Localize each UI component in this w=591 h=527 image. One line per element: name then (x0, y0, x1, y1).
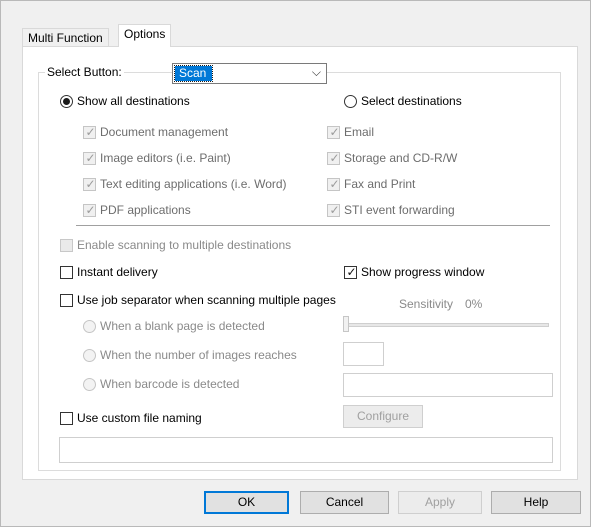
select-destinations-label: Select destinations (361, 94, 462, 108)
destination-checkbox-text-editing[interactable]: ✓ (83, 177, 96, 191)
instant-delivery-label: Instant delivery (77, 265, 158, 279)
configure-button[interactable]: Configure (343, 405, 423, 428)
sensitivity-slider-thumb[interactable] (343, 316, 349, 332)
select-button-label: Select Button: (45, 65, 124, 79)
custom-naming-label: Use custom file naming (77, 411, 202, 425)
instant-delivery-checkbox[interactable] (60, 266, 73, 279)
select-button-dropdown[interactable]: Scan ⌵ (172, 63, 327, 84)
destination-checkbox-sti-event[interactable]: ✓ (327, 203, 340, 217)
show-all-destinations-radio[interactable] (60, 95, 73, 108)
destination-label: STI event forwarding (344, 203, 455, 217)
tab-label: Options (124, 27, 166, 41)
sensitivity-value: 0% (465, 297, 483, 311)
help-button[interactable]: Help (491, 491, 581, 514)
configure-label: Configure (356, 409, 410, 423)
barcode-radio[interactable] (83, 378, 96, 391)
destination-checkbox-email[interactable]: ✓ (327, 125, 340, 139)
options-dialog: Multi Function Options Select Button: Sc… (0, 0, 591, 527)
custom-naming-checkbox[interactable] (60, 412, 73, 425)
show-all-destinations-label: Show all destinations (77, 94, 190, 108)
show-progress-label: Show progress window (361, 265, 485, 279)
ok-button[interactable]: OK (204, 491, 289, 514)
tab-label: Multi Function (28, 31, 103, 45)
destination-label: Email (344, 125, 375, 139)
help-label: Help (523, 495, 549, 509)
tab-options[interactable]: Options (118, 24, 172, 47)
apply-label: Apply (424, 495, 456, 509)
blank-page-label: When a blank page is detected (100, 319, 265, 333)
job-separator-label: Use job separator when scanning multiple… (77, 293, 336, 307)
cancel-button[interactable]: Cancel (300, 491, 389, 514)
num-images-radio[interactable] (83, 349, 96, 362)
destination-label: Text editing applications (i.e. Word) (100, 177, 287, 191)
num-images-label: When the number of images reaches (100, 348, 297, 362)
destination-checkbox-pdf-applications[interactable]: ✓ (83, 203, 96, 217)
chevron-down-icon: ⌵ (311, 65, 321, 79)
show-progress-checkbox[interactable]: ✓ (344, 265, 357, 279)
file-naming-preview (59, 437, 553, 463)
destination-checkbox-storage[interactable]: ✓ (327, 151, 340, 165)
destination-label: Storage and CD-R/W (344, 151, 458, 165)
ok-label: OK (237, 495, 256, 509)
destination-label: PDF applications (100, 203, 191, 217)
apply-button[interactable]: Apply (398, 491, 482, 514)
destination-label: Fax and Print (344, 177, 416, 191)
barcode-label: When barcode is detected (100, 377, 240, 391)
multi-destination-checkbox[interactable] (60, 239, 73, 252)
select-button-value: Scan (173, 65, 214, 82)
destination-checkbox-image-editors[interactable]: ✓ (83, 151, 96, 165)
sensitivity-label: Sensitivity (399, 297, 454, 311)
multi-destination-label: Enable scanning to multiple destinations (77, 238, 292, 252)
tab-multi-function[interactable]: Multi Function (22, 28, 109, 48)
cancel-label: Cancel (325, 495, 364, 509)
select-destinations-radio[interactable] (344, 95, 357, 108)
blank-page-radio[interactable] (83, 320, 96, 333)
destination-checkbox-document-management[interactable]: ✓ (83, 125, 96, 139)
destination-label: Image editors (i.e. Paint) (100, 151, 231, 165)
destination-label: Document management (100, 125, 229, 139)
num-images-input[interactable] (343, 342, 384, 366)
sensitivity-slider-track[interactable] (345, 323, 549, 327)
divider (76, 225, 550, 226)
destination-checkbox-fax-print[interactable]: ✓ (327, 177, 340, 191)
job-separator-checkbox[interactable] (60, 294, 73, 307)
barcode-input[interactable] (343, 373, 553, 397)
